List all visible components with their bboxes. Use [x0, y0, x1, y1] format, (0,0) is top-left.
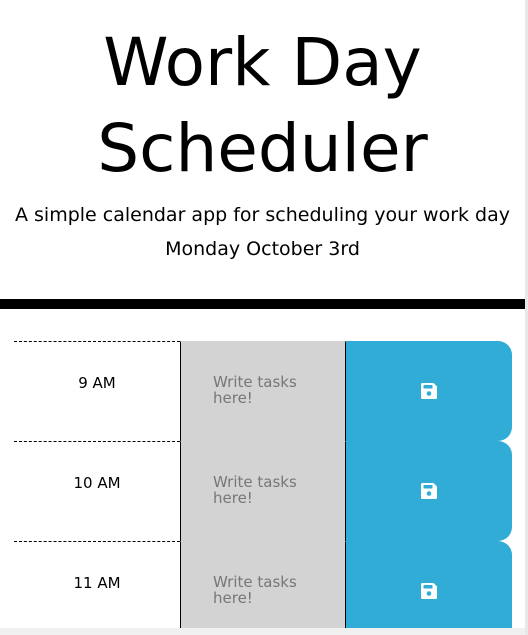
- time-block: 10 AM: [14, 441, 512, 541]
- hour-label: 10 AM: [14, 441, 180, 541]
- page: Work Day Scheduler A simple calendar app…: [0, 0, 525, 628]
- floppy-disk-icon: [421, 483, 437, 499]
- floppy-disk-icon: [421, 383, 437, 399]
- header: Work Day Scheduler A simple calendar app…: [0, 0, 525, 262]
- floppy-disk-icon: [421, 583, 437, 599]
- page-title: Work Day Scheduler: [97, 24, 428, 187]
- save-button[interactable]: [346, 441, 512, 541]
- save-button[interactable]: [346, 541, 512, 628]
- hour-label: 9 AM: [14, 341, 180, 441]
- schedule: 9 AM 10 AM: [14, 341, 512, 628]
- hour-label: 11 AM: [14, 541, 180, 628]
- save-button[interactable]: [346, 341, 512, 441]
- task-input[interactable]: [180, 441, 346, 541]
- header-divider: [0, 299, 525, 309]
- time-block: 9 AM: [14, 341, 512, 441]
- time-block: 11 AM: [14, 541, 512, 628]
- task-input[interactable]: [180, 341, 346, 441]
- current-day: Monday October 3rd: [165, 238, 360, 260]
- page-subtitle: A simple calendar app for scheduling you…: [14, 204, 511, 226]
- task-input[interactable]: [180, 541, 346, 628]
